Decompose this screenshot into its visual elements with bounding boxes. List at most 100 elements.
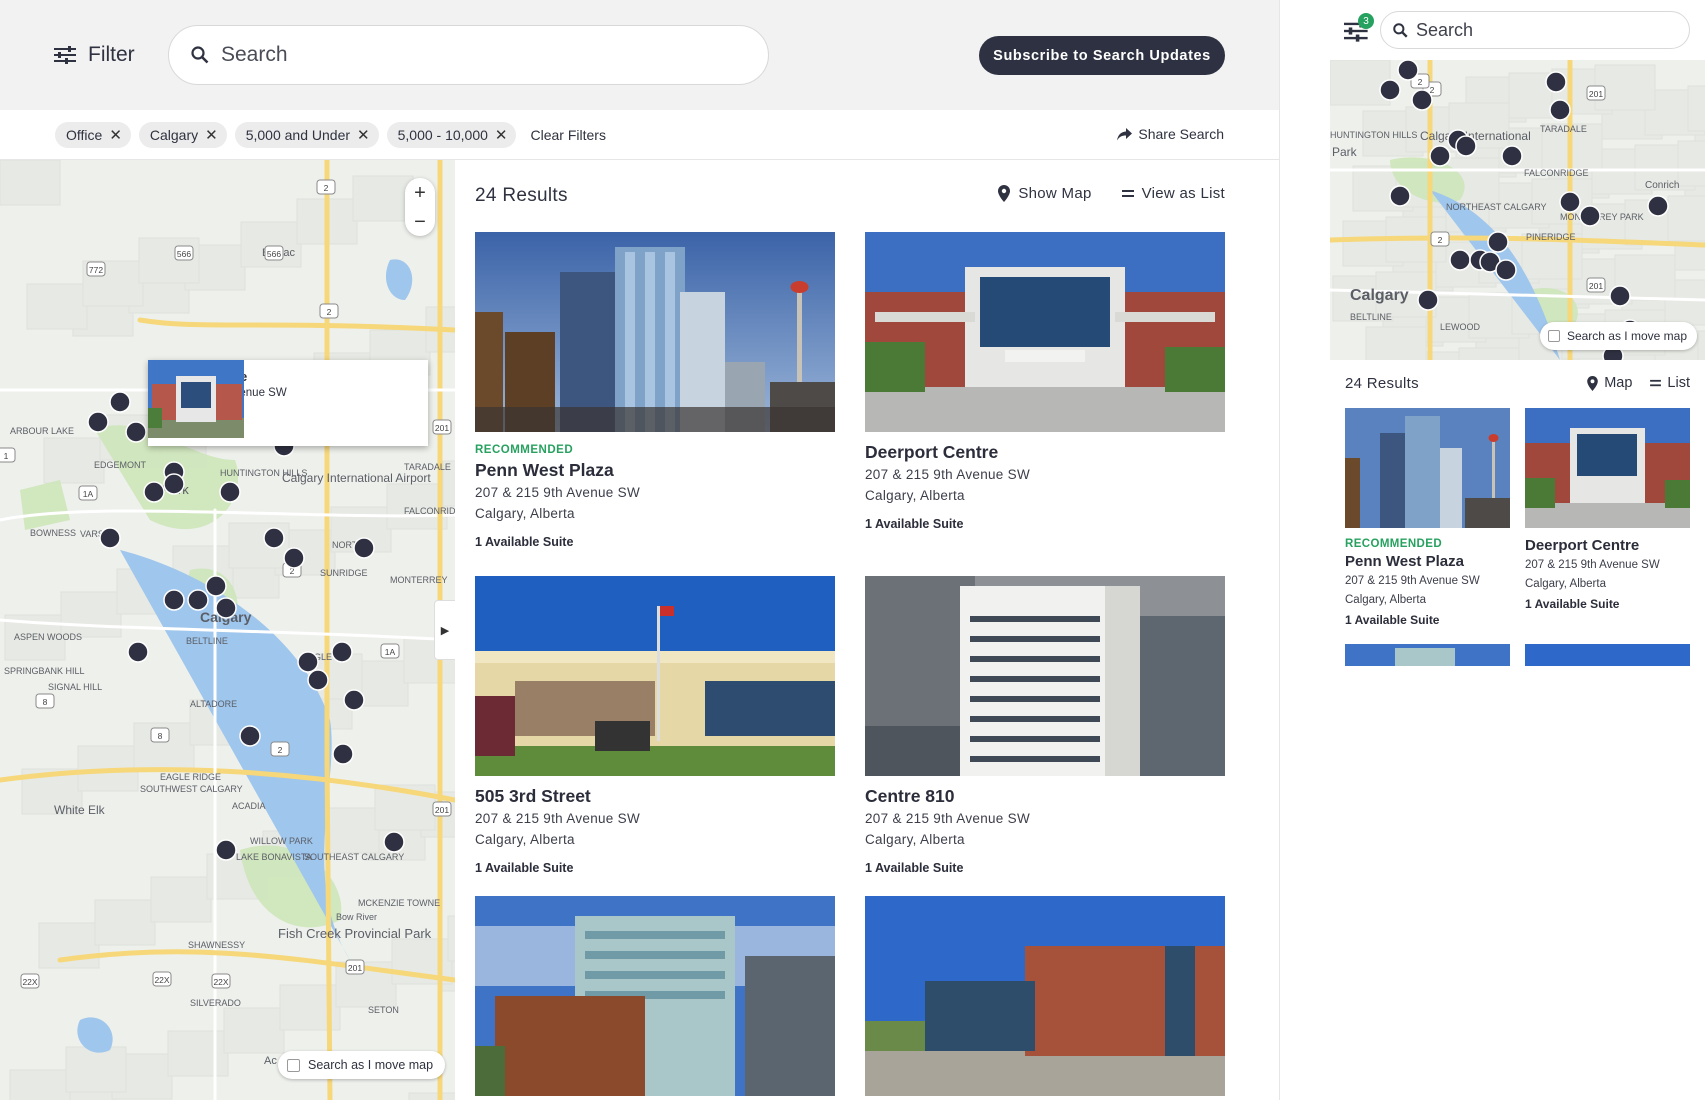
mobile-map-button[interactable]: Map	[1587, 375, 1632, 391]
map-marker[interactable]	[219, 481, 241, 503]
map-pin-icon	[998, 185, 1011, 202]
property-photo[interactable]	[1345, 644, 1510, 666]
property-photo	[865, 896, 1225, 1096]
map-marker[interactable]	[143, 481, 165, 503]
property-title[interactable]: Deerport Centre	[865, 442, 1225, 463]
mobile-search-bar[interactable]	[1380, 11, 1690, 49]
filter-button[interactable]: Filter	[54, 38, 135, 72]
mobile-layout: 3 Calgary InternationalCalgaryHUNTINGTON…	[1330, 0, 1705, 1100]
mobile-search-input[interactable]	[1416, 19, 1676, 41]
map-marker[interactable]	[1579, 205, 1601, 227]
close-icon[interactable]: ✕	[495, 126, 508, 144]
mobile-result-card[interactable]: Deerport Centre 207 & 215 9th Avenue SW …	[1525, 408, 1690, 611]
map-marker[interactable]	[1449, 249, 1471, 271]
property-title[interactable]: Penn West Plaza	[1345, 553, 1510, 570]
road-shield-label: 201	[435, 423, 449, 433]
zoom-out-button[interactable]: −	[414, 212, 426, 232]
map-marker[interactable]	[283, 547, 305, 569]
search-as-move-toggle[interactable]: Search as I move map	[278, 1051, 446, 1079]
map-marker[interactable]	[1455, 135, 1477, 157]
road-shield-label: 1A	[83, 489, 94, 499]
map-marker[interactable]	[1549, 99, 1571, 121]
zoom-in-button[interactable]: +	[414, 183, 426, 203]
map-marker[interactable]	[332, 743, 354, 765]
property-title[interactable]: Penn West Plaza	[475, 460, 835, 481]
map-marker[interactable]	[125, 421, 147, 443]
close-icon[interactable]: ✕	[109, 126, 122, 144]
result-card[interactable]	[475, 896, 835, 1096]
close-icon[interactable]: ✕	[205, 126, 218, 144]
map-marker[interactable]	[1389, 185, 1411, 207]
map-marker[interactable]	[297, 651, 319, 673]
map-marker[interactable]	[343, 689, 365, 711]
map-marker[interactable]	[1379, 79, 1401, 101]
map-marker[interactable]	[187, 589, 209, 611]
map-marker[interactable]	[353, 537, 375, 559]
close-icon[interactable]: ✕	[357, 126, 370, 144]
property-title[interactable]: Deerport Centre	[1525, 537, 1690, 554]
filter-chip[interactable]: 5,000 - 10,000 ✕	[386, 122, 517, 148]
map-label: BOWNESS	[30, 528, 76, 538]
map-label: PINERIDGE	[1526, 232, 1576, 242]
map-marker[interactable]	[383, 831, 405, 853]
map-marker[interactable]	[1495, 259, 1517, 281]
filter-chip[interactable]: Calgary ✕	[138, 122, 227, 148]
map-marker[interactable]	[215, 597, 237, 619]
result-card[interactable]: 505 3rd Street 207 & 215 9th Avenue SW C…	[475, 576, 835, 875]
map-marker[interactable]	[1559, 191, 1581, 213]
share-search-button[interactable]: Share Search	[1117, 126, 1224, 142]
map-marker[interactable]	[331, 641, 353, 663]
share-arrow-icon	[1117, 127, 1133, 140]
show-map-button[interactable]: Show Map	[998, 185, 1091, 202]
property-title[interactable]: 505 3rd Street	[475, 786, 835, 807]
map-panel[interactable]: BalzacCalgaryCalgary International Airpo…	[0, 160, 455, 1100]
map-marker[interactable]	[1429, 145, 1451, 167]
result-card[interactable]: Deerport Centre 207 & 215 9th Avenue SW …	[865, 232, 1225, 531]
clear-filters-button[interactable]: Clear Filters	[530, 127, 605, 143]
map-marker[interactable]	[1647, 195, 1669, 217]
map-marker[interactable]	[87, 411, 109, 433]
mobile-map-panel[interactable]: Calgary International Calgary HUNTINGTON H…	[1330, 60, 1705, 360]
map-marker[interactable]	[1397, 60, 1419, 81]
map-marker[interactable]	[205, 575, 227, 597]
map-marker[interactable]	[215, 839, 237, 861]
collapse-map-tab[interactable]: ▶	[434, 600, 455, 660]
mobile-list-button[interactable]: List	[1650, 375, 1690, 391]
search-input[interactable]	[221, 43, 721, 67]
search-bar[interactable]	[168, 25, 769, 85]
mobile-map-canvas[interactable]: Calgary InternationalCalgaryHUNTINGTON H…	[1330, 60, 1705, 360]
search-as-move-checkbox[interactable]	[287, 1058, 300, 1072]
property-photo[interactable]	[1525, 644, 1690, 666]
map-canvas[interactable]: BalzacCalgaryCalgary International Airpo…	[0, 160, 455, 1100]
map-marker[interactable]	[1609, 285, 1631, 307]
filter-chip[interactable]: Office ✕	[55, 122, 131, 148]
subscribe-button[interactable]: Subscribe to Search Updates	[979, 36, 1225, 75]
map-label: Park	[1332, 145, 1358, 159]
mobile-result-card[interactable]: RECOMMENDED Penn West Plaza 207 & 215 9t…	[1345, 408, 1510, 627]
result-card[interactable]	[865, 896, 1225, 1096]
map-marker[interactable]	[239, 725, 261, 747]
map-marker[interactable]	[1411, 89, 1433, 111]
map-marker[interactable]	[1487, 231, 1509, 253]
map-marker[interactable]	[99, 527, 121, 549]
mobile-search-as-move-checkbox[interactable]	[1547, 330, 1560, 342]
map-marker[interactable]	[307, 669, 329, 691]
map-label: FALCONRIDGE	[404, 506, 455, 516]
property-title[interactable]: Centre 810	[865, 786, 1225, 807]
result-card[interactable]: Centre 810 207 & 215 9th Avenue SW Calga…	[865, 576, 1225, 875]
view-as-list-button[interactable]: View as List	[1121, 185, 1225, 202]
map-marker[interactable]	[1501, 145, 1523, 167]
map-marker[interactable]	[127, 641, 149, 663]
desktop-layout: Filter Subscribe to Search Updates Offic…	[0, 0, 1280, 1100]
mobile-search-as-move-toggle[interactable]: Search as I move map	[1539, 322, 1697, 350]
map-marker[interactable]	[263, 527, 285, 549]
map-marker[interactable]	[163, 473, 185, 495]
map-marker[interactable]	[1417, 289, 1439, 311]
property-address-line2: Calgary, Alberta	[1345, 594, 1426, 606]
map-marker[interactable]	[163, 589, 185, 611]
map-marker[interactable]	[109, 391, 131, 413]
filter-chip[interactable]: 5,000 and Under ✕	[234, 122, 379, 148]
map-marker[interactable]	[1545, 71, 1567, 93]
result-card[interactable]: RECOMMENDED Penn West Plaza 207 & 215 9t…	[475, 232, 835, 549]
map-popup[interactable]: Deerport Centre 207 & 215 9th Avenue SW …	[148, 360, 428, 446]
